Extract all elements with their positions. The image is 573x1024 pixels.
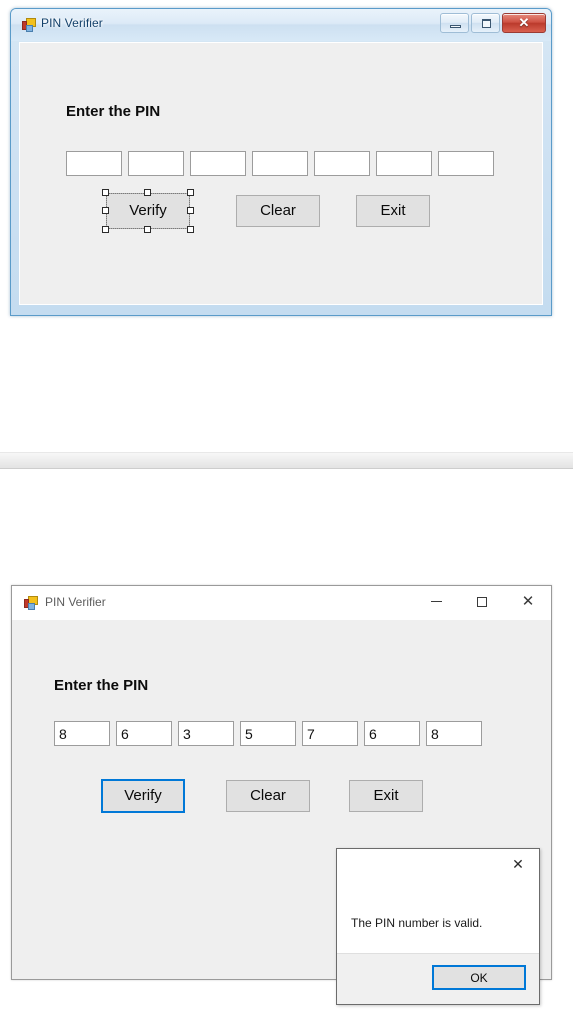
message-box-dialog[interactable]: ✕ The PIN number is valid. OK — [336, 848, 540, 1005]
running-window-controls: ✕ — [413, 586, 551, 617]
pin-digit-input-7[interactable] — [438, 151, 494, 176]
pin-digit-input-2[interactable]: 6 — [116, 721, 172, 746]
minimize-icon — [450, 25, 461, 28]
pin-digit-input-6[interactable]: 6 — [364, 721, 420, 746]
designer-window-title: PIN Verifier — [41, 16, 103, 30]
resize-handle-s[interactable] — [144, 226, 151, 233]
designer-pin-label: Enter the PIN — [66, 103, 161, 120]
minimize-icon — [430, 601, 442, 602]
pin-digit-input-1[interactable] — [66, 151, 122, 176]
verify-button-selection[interactable]: Verify — [102, 189, 194, 233]
resize-handle-n[interactable] — [144, 189, 151, 196]
resize-handle-sw[interactable] — [102, 226, 109, 233]
exit-button[interactable]: Exit — [356, 195, 430, 227]
maximize-button[interactable] — [471, 13, 500, 33]
maximize-button[interactable] — [459, 586, 505, 617]
vs-winform-icon — [24, 596, 38, 610]
pin-digit-input-1[interactable]: 8 — [54, 721, 110, 746]
pin-digit-input-2[interactable] — [128, 151, 184, 176]
clear-button[interactable]: Clear — [236, 195, 320, 227]
running-title-bar[interactable]: PIN Verifier ✕ — [12, 586, 551, 620]
designer-form-surface[interactable]: Enter the PIN Verify Clear Exit — [19, 42, 543, 305]
resize-handle-se[interactable] — [187, 226, 194, 233]
resize-handle-e[interactable] — [187, 207, 194, 214]
pin-digit-input-4[interactable] — [252, 151, 308, 176]
close-button[interactable]: ✕ — [497, 849, 539, 878]
pin-digit-input-5[interactable] — [314, 151, 370, 176]
clipped-background-text: ··· ···· ······ ·· ···· ···· — [14, 574, 534, 581]
clear-button[interactable]: Clear — [226, 780, 310, 812]
message-box-footer: OK — [337, 953, 539, 1004]
running-pin-label: Enter the PIN — [54, 677, 149, 694]
pin-digit-input-4[interactable]: 5 — [240, 721, 296, 746]
close-button[interactable]: ✕ — [502, 13, 546, 33]
resize-handle-ne[interactable] — [187, 189, 194, 196]
running-pin-row: 8 6 3 5 7 6 8 — [54, 721, 482, 746]
resize-handle-w[interactable] — [102, 207, 109, 214]
pin-digit-input-7[interactable]: 8 — [426, 721, 482, 746]
running-window-title: PIN Verifier — [45, 595, 106, 609]
close-icon: ✕ — [512, 855, 524, 872]
pin-digit-input-5[interactable]: 7 — [302, 721, 358, 746]
exit-button[interactable]: Exit — [349, 780, 423, 812]
pin-digit-input-3[interactable] — [190, 151, 246, 176]
pin-digit-input-3[interactable]: 3 — [178, 721, 234, 746]
background-divider-strip — [0, 452, 573, 469]
pin-digit-input-6[interactable] — [376, 151, 432, 176]
minimize-button[interactable] — [413, 586, 459, 617]
vs-winform-icon — [22, 18, 36, 32]
message-box-title-bar[interactable]: ✕ — [337, 849, 539, 879]
maximize-icon — [477, 596, 487, 607]
resize-handle-nw[interactable] — [102, 189, 109, 196]
designer-window-controls: ✕ — [440, 13, 546, 33]
ok-button[interactable]: OK — [432, 965, 526, 990]
maximize-icon — [482, 19, 491, 28]
designer-title-bar[interactable]: PIN Verifier ✕ — [11, 9, 551, 41]
designer-window[interactable]: PIN Verifier ✕ Enter the PIN Verify Clea… — [10, 8, 552, 316]
message-box-text: The PIN number is valid. — [351, 916, 483, 930]
verify-button[interactable]: Verify — [101, 779, 185, 813]
verify-button[interactable]: Verify — [106, 193, 190, 229]
close-icon: ✕ — [521, 593, 535, 610]
designer-pin-row — [66, 151, 494, 176]
close-icon: ✕ — [518, 15, 530, 30]
minimize-button[interactable] — [440, 13, 469, 33]
close-button[interactable]: ✕ — [505, 586, 551, 617]
